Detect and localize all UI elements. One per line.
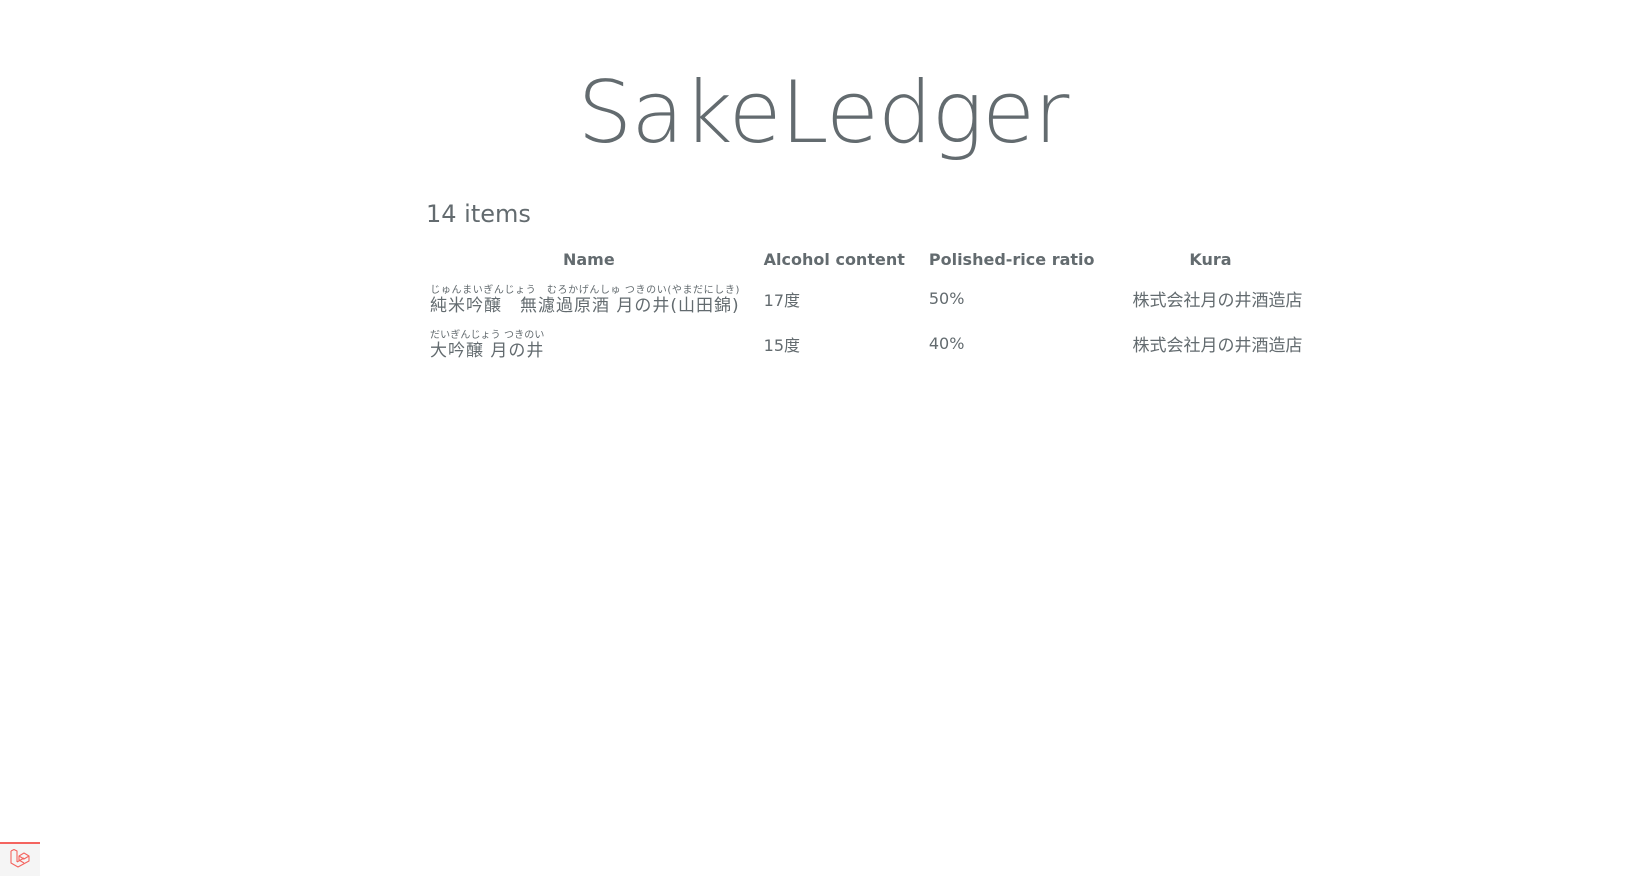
rice-ratio-cell: 40% [928, 334, 965, 353]
table-row: 純米吟醸 無濾過原酒 月の井(山田錦)じゅんまいぎんじょう むろかげんしゅ つき… [426, 273, 1315, 318]
sake-name-cell: 大吟醸 月の井だいぎんじょう つきのい [426, 318, 752, 363]
alcohol-cell: 17度 [763, 290, 801, 310]
sake-name: 純米吟醸 無濾過原酒 月の井(山田錦)じゅんまいぎんじょう むろかげんしゅ つき… [430, 285, 740, 316]
page: SakeLedger 14 items Name Alcohol content… [0, 0, 1646, 876]
column-header-name: Name [562, 250, 615, 269]
column-header-alcohol: Alcohol content [763, 250, 905, 269]
table-row: 大吟醸 月の井だいぎんじょう つきのい 15度 40% 株式会社月の井酒造店 [426, 318, 1315, 363]
sake-name-reading: じゅんまいぎんじょう むろかげんしゅ つきのい(やまだにしき) [430, 285, 740, 296]
sake-name-text: 純米吟醸 無濾過原酒 月の井(山田錦) [430, 296, 740, 316]
rice-ratio-cell: 50% [928, 289, 965, 308]
app-title: SakeLedger [577, 63, 1070, 163]
alcohol-cell: 15度 [763, 335, 801, 355]
sake-name-text: 大吟醸 月の井 [430, 341, 545, 361]
kura-cell: 株式会社月の井酒造店 [1132, 291, 1303, 311]
sake-name-reading: だいぎんじょう つきのい [430, 330, 545, 341]
kura-cell: 株式会社月の井酒造店 [1132, 336, 1303, 356]
column-header-kura: Kura [1189, 250, 1232, 269]
item-count: 14 items [426, 200, 531, 228]
sake-name-cell: 純米吟醸 無濾過原酒 月の井(山田錦)じゅんまいぎんじょう むろかげんしゅ つき… [426, 273, 752, 318]
content: 14 items Name Alcohol content Polished-r… [426, 194, 1303, 363]
sake-table: Name Alcohol content Polished-rice ratio… [426, 248, 1315, 363]
sake-name: 大吟醸 月の井だいぎんじょう つきのい [430, 330, 545, 361]
column-header-rice: Polished-rice ratio [928, 250, 1095, 269]
laravel-icon [9, 848, 31, 872]
table-header-row: Name Alcohol content Polished-rice ratio… [426, 248, 1315, 273]
debugbar-toggle[interactable] [0, 842, 40, 876]
